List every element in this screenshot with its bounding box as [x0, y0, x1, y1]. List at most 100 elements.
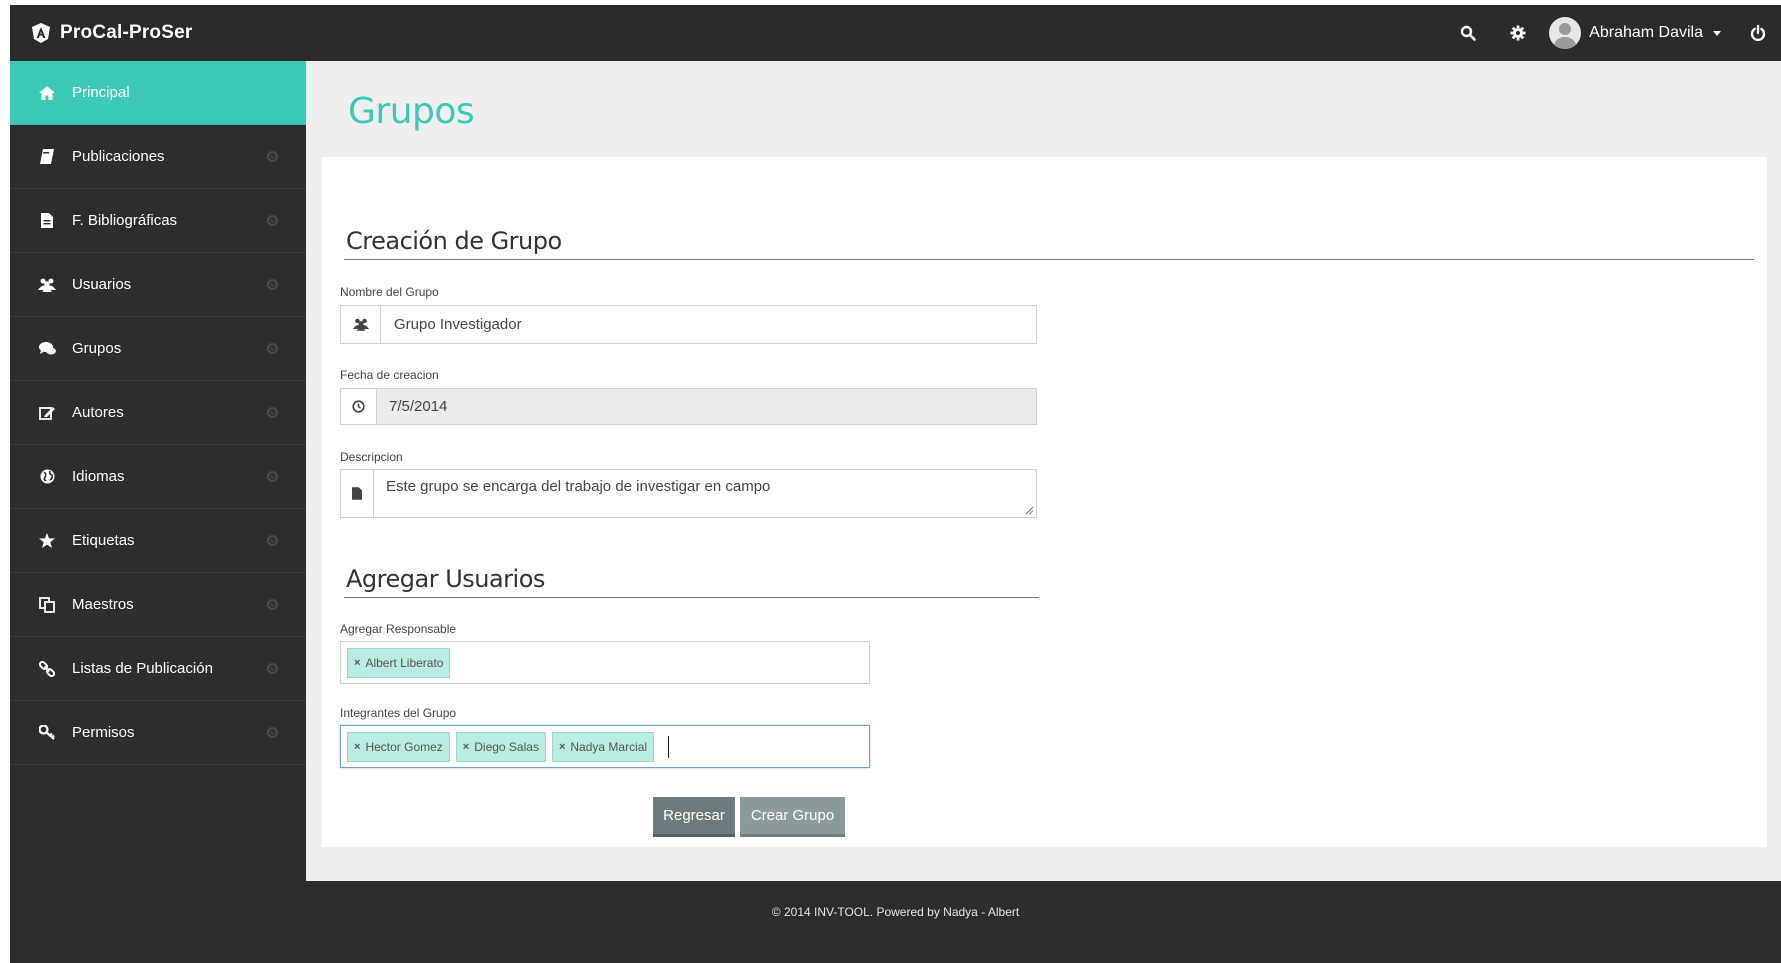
sidebar-item-usuarios[interactable]: Usuarios: [10, 253, 306, 317]
sidebar-item-etiquetas[interactable]: Etiquetas: [10, 509, 306, 573]
remove-tag-icon[interactable]: ×: [354, 741, 360, 753]
create-group-button[interactable]: Crear Grupo: [740, 797, 845, 837]
group-name-addon: [341, 306, 381, 343]
home-icon: [38, 84, 56, 102]
member-tag: × Nadya Marcial: [551, 731, 655, 762]
description-text: Este grupo se encarga del trabajo de inv…: [386, 478, 771, 495]
responsible-label: Agregar Responsable: [340, 622, 457, 636]
book-icon: [38, 148, 56, 166]
sidebar-item-label: Maestros: [72, 596, 134, 613]
avatar: [1549, 17, 1582, 49]
chevron-circle-icon: [267, 343, 278, 354]
clock-icon: [352, 400, 365, 413]
tag-label: Albert Liberato: [365, 655, 444, 670]
user-menu[interactable]: Abraham Davila: [1543, 5, 1735, 61]
caret-down-icon: [1713, 30, 1721, 36]
user-name: Abraham Davila: [1589, 24, 1703, 41]
section-title-users: Agregar Usuarios: [346, 565, 545, 593]
members-label: Integrantes del Grupo: [340, 706, 457, 720]
sidebar-item-label: Listas de Publicación: [72, 660, 213, 677]
group-name-input[interactable]: Grupo Investigador: [381, 306, 1036, 343]
sidebar-item-autores[interactable]: Autores: [10, 381, 306, 445]
tag-label: Diego Salas: [474, 739, 539, 754]
description-label: Descripcion: [340, 450, 403, 464]
section-divider: [344, 597, 1039, 598]
app-window: ProCal-ProSer Abraham Davila Principal P…: [10, 5, 1781, 963]
chevron-circle-icon: [267, 535, 278, 546]
tag-label: Nadya Marcial: [570, 739, 648, 754]
sidebar-item-principal[interactable]: Principal: [10, 61, 306, 125]
search-icon: [1460, 25, 1476, 41]
creation-date-input: 7/5/2014: [377, 389, 1036, 424]
sidebar-item-permisos[interactable]: Permisos: [10, 701, 306, 765]
sidebar-item-label: Etiquetas: [72, 532, 135, 549]
chevron-circle-icon: [267, 151, 278, 162]
comments-icon: [38, 340, 56, 358]
member-tag: × Hector Gomez: [347, 731, 450, 762]
settings-button[interactable]: [1493, 5, 1543, 61]
file-icon: [38, 212, 56, 230]
text-cursor: [668, 735, 670, 758]
sidebar-item-listas-publicacion[interactable]: Listas de Publicación: [10, 637, 306, 701]
users-icon: [352, 318, 369, 331]
gear-icon: [1510, 25, 1526, 41]
sidebar-item-publicaciones[interactable]: Publicaciones: [10, 125, 306, 189]
brand-name: ProCal-ProSer: [60, 22, 193, 43]
sidebar-item-idiomas[interactable]: Idiomas: [10, 445, 306, 509]
chevron-circle-icon: [267, 471, 278, 482]
sidebar-item-label: Permisos: [72, 724, 135, 741]
link-icon: [38, 660, 56, 678]
chevron-circle-icon: [267, 215, 278, 226]
chevron-circle-icon: [267, 407, 278, 418]
edit-icon: [38, 404, 56, 422]
users-icon: [38, 276, 56, 294]
sidebar-item-label: Autores: [72, 404, 124, 421]
sidebar-item-fbibliograficas[interactable]: F. Bibliográficas: [10, 189, 306, 253]
chevron-circle-icon: [267, 727, 278, 738]
creation-date-addon: [341, 389, 377, 424]
page-title: Grupos: [348, 91, 475, 132]
copy-icon: [38, 596, 56, 614]
tag-label: Hector Gomez: [365, 739, 443, 754]
form-card: Creación de Grupo Nombre del Grupo Grupo…: [322, 157, 1767, 847]
responsible-tag: × Albert Liberato: [347, 647, 451, 678]
footer-text: © 2014 INV-TOOL. Powered by Nadya - Albe…: [771, 905, 1020, 919]
file-icon: [352, 487, 362, 500]
key-icon: [38, 724, 56, 742]
member-tag: × Diego Salas: [455, 731, 546, 762]
responsible-tags-input[interactable]: × Albert Liberato: [340, 641, 870, 684]
description-field[interactable]: Este grupo se encarga del trabajo de inv…: [340, 469, 1037, 518]
description-addon: [341, 470, 374, 517]
search-button[interactable]: [1443, 5, 1493, 61]
section-title-create: Creación de Grupo: [346, 227, 562, 255]
brand[interactable]: ProCal-ProSer: [30, 5, 192, 61]
remove-tag-icon[interactable]: ×: [463, 741, 469, 753]
section-divider: [344, 259, 1754, 260]
globe-icon: [38, 468, 56, 486]
sidebar-item-label: F. Bibliográficas: [72, 212, 178, 229]
description-textarea[interactable]: Este grupo se encarga del trabajo de inv…: [374, 470, 1036, 517]
sidebar-item-label: Principal: [72, 84, 130, 101]
group-name-label: Nombre del Grupo: [340, 285, 439, 299]
sidebar-item-grupos[interactable]: Grupos: [10, 317, 306, 381]
topbar-actions: Abraham Davila: [1443, 5, 1781, 61]
resize-grip-icon[interactable]: [1025, 506, 1034, 515]
chevron-circle-icon: [267, 279, 278, 290]
remove-tag-icon[interactable]: ×: [559, 741, 565, 753]
chevron-circle-icon: [267, 599, 278, 610]
members-tags-input[interactable]: × Hector Gomez × Diego Salas × Nadya Mar…: [340, 725, 870, 768]
creation-date-field: 7/5/2014: [340, 388, 1037, 425]
remove-tag-icon[interactable]: ×: [354, 657, 360, 669]
top-navbar: ProCal-ProSer Abraham Davila: [10, 5, 1781, 61]
sidebar-item-maestros[interactable]: Maestros: [10, 573, 306, 637]
main-content: Grupos Creación de Grupo Nombre del Grup…: [306, 61, 1781, 881]
chevron-circle-icon: [267, 663, 278, 674]
power-icon: [1750, 25, 1766, 41]
brand-logo-icon: [32, 23, 50, 43]
group-name-field[interactable]: Grupo Investigador: [340, 305, 1037, 344]
sidebar-item-label: Publicaciones: [72, 148, 165, 165]
logout-button[interactable]: [1735, 5, 1781, 61]
footer: © 2014 INV-TOOL. Powered by Nadya - Albe…: [10, 881, 1781, 963]
back-button[interactable]: Regresar: [653, 797, 735, 837]
sidebar: Principal Publicaciones F. Bibliográfica…: [10, 61, 306, 881]
